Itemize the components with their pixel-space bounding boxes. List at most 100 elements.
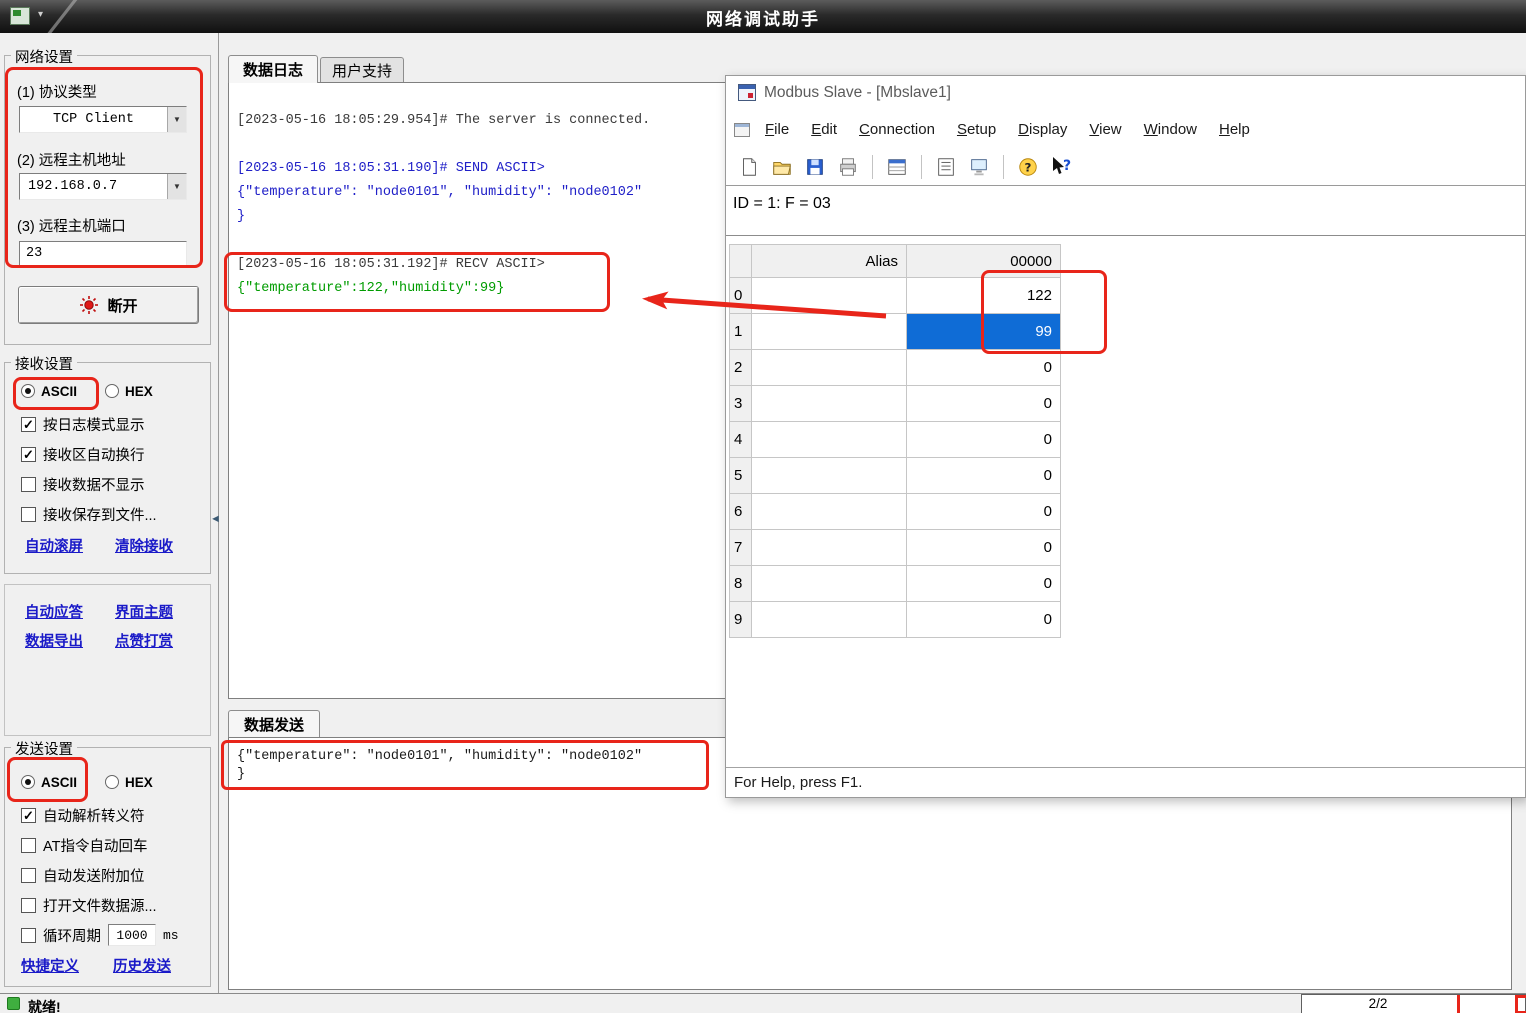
checkbox-icon[interactable]: ✓ [21,447,36,462]
protocol-select[interactable]: TCP Client ▼ [19,106,187,133]
menu-item-setup[interactable]: Setup [946,121,1007,138]
menu-item-edit[interactable]: Edit [800,121,848,138]
value-cell[interactable]: 0 [907,494,1061,530]
receive-checkboxes: ✓按日志模式显示✓接收区自动换行接收数据不显示接收保存到文件... [21,409,204,529]
cycle-period-input[interactable]: 1000 [108,924,156,946]
send-check-3[interactable]: 打开文件数据源... [21,890,204,920]
send-check-2[interactable]: 自动发送附加位 [21,860,204,890]
send-check-0[interactable]: ✓自动解析转义符 [21,800,204,830]
value-cell[interactable]: 99 [907,314,1061,350]
menu-item-connection[interactable]: Connection [848,121,946,138]
donate-link[interactable]: 点赞打赏 [115,630,173,651]
save-button[interactable] [802,154,828,180]
checkbox-icon[interactable] [21,838,36,853]
value-cell[interactable]: 0 [907,350,1061,386]
protocol-type-label: (1) 协议类型 [17,81,97,102]
display-grid-icon [886,156,908,178]
alias-cell[interactable] [752,350,907,386]
checkbox-icon[interactable]: ✓ [21,417,36,432]
table-row: 60 [729,494,1062,530]
receive-check-3[interactable]: 接收保存到文件... [21,499,204,529]
value-cell[interactable]: 0 [907,386,1061,422]
alias-cell[interactable] [752,530,907,566]
sidebar-collapse-button[interactable]: ◄ [208,505,223,532]
alias-cell[interactable] [752,494,907,530]
send-ascii-radio[interactable] [21,775,35,789]
checkbox-icon[interactable] [21,507,36,522]
new-file-icon [738,156,760,178]
dropdown-arrow-icon[interactable]: ▼ [167,107,186,132]
tab-user-support[interactable]: 用户支持 [320,57,404,83]
row-header-cell: 0 [729,278,752,314]
dropdown-arrow-icon[interactable]: ▼ [167,174,186,199]
value-cell[interactable]: 0 [907,458,1061,494]
menu-item-file[interactable]: File [754,121,800,138]
checkbox-icon[interactable] [21,477,36,492]
auto-reply-link[interactable]: 自动应答 [25,601,83,622]
tab-data-log[interactable]: 数据日志 [228,55,318,83]
open-file-button[interactable] [769,154,795,180]
tab-data-send[interactable]: 数据发送 [228,710,320,737]
alias-cell[interactable] [752,602,907,638]
alias-cell[interactable] [752,566,907,602]
print-button[interactable] [835,154,861,180]
disconnect-button[interactable]: 断开 [18,286,199,324]
receive-hex-radio[interactable] [105,384,119,398]
display-setup-button[interactable] [884,154,910,180]
modbus-menubar: FileEditConnectionSetupDisplayViewWindow… [726,111,1525,148]
receive-check-0[interactable]: ✓按日志模式显示 [21,409,204,439]
history-send-link[interactable]: 历史发送 [113,955,171,976]
alias-cell[interactable] [752,458,907,494]
shortcut-define-link[interactable]: 快捷定义 [21,955,79,976]
menu-item-display[interactable]: Display [1007,121,1078,138]
remote-host-input[interactable]: 192.168.0.7 ▼ [19,173,187,200]
send-check-1[interactable]: AT指令自动回车 [21,830,204,860]
alias-column-header[interactable]: Alias [752,244,907,278]
receive-check-2[interactable]: 接收数据不显示 [21,469,204,499]
new-file-button[interactable] [736,154,762,180]
alias-cell[interactable] [752,386,907,422]
value-cell[interactable]: 0 [907,602,1061,638]
poll-definition-icon [935,156,957,178]
help-button[interactable]: ? [1015,154,1041,180]
remote-port-input[interactable]: 23 [19,241,187,267]
context-help-button[interactable]: ? [1048,154,1074,180]
receive-check-1[interactable]: ✓接收区自动换行 [21,439,204,469]
value-cell[interactable]: 0 [907,530,1061,566]
receive-ascii-radio[interactable] [21,384,35,398]
communication-button[interactable] [966,154,992,180]
address-column-header[interactable]: 00000 [907,244,1061,278]
table-row: 90 [729,602,1062,638]
corner-header-cell [729,244,752,278]
app-titlebar[interactable]: ▾ 网络调试助手 [0,0,1526,33]
alias-cell[interactable] [752,422,907,458]
clear-receive-link[interactable]: 清除接收 [115,535,173,556]
cycle-period-unit: ms [163,928,179,943]
status-ready-icon [7,997,20,1010]
value-cell[interactable]: 0 [907,566,1061,602]
value-cell[interactable]: 0 [907,422,1061,458]
checkbox-label: 自动发送附加位 [43,865,145,886]
mdi-child-icon[interactable] [734,123,750,137]
screen: ▾ 网络调试助手 网络设置 (1) 协议类型 TCP Client ▼ (2) … [0,0,1526,1013]
printer-icon [837,156,859,178]
autoscroll-link[interactable]: 自动滚屏 [25,535,83,556]
menu-item-help[interactable]: Help [1208,121,1261,138]
poll-definition-button[interactable] [933,154,959,180]
send-hex-radio[interactable] [105,775,119,789]
value-cell[interactable]: 122 [907,278,1061,314]
cycle-period-checkbox[interactable] [21,928,36,943]
checkbox-icon[interactable]: ✓ [21,808,36,823]
ui-theme-link[interactable]: 界面主题 [115,601,173,622]
status-ready-text: 就绪! [28,997,61,1013]
alias-cell[interactable] [752,278,907,314]
data-export-link[interactable]: 数据导出 [25,630,83,651]
modbus-titlebar[interactable]: Modbus Slave - [Mbslave1] [726,76,1525,111]
checkbox-icon[interactable] [21,898,36,913]
menu-item-view[interactable]: View [1078,121,1132,138]
alias-cell[interactable] [752,314,907,350]
menu-item-window[interactable]: Window [1133,121,1208,138]
table-row: 50 [729,458,1062,494]
tools-group: 自动应答 界面主题 数据导出 点赞打赏 [4,584,211,736]
checkbox-icon[interactable] [21,868,36,883]
